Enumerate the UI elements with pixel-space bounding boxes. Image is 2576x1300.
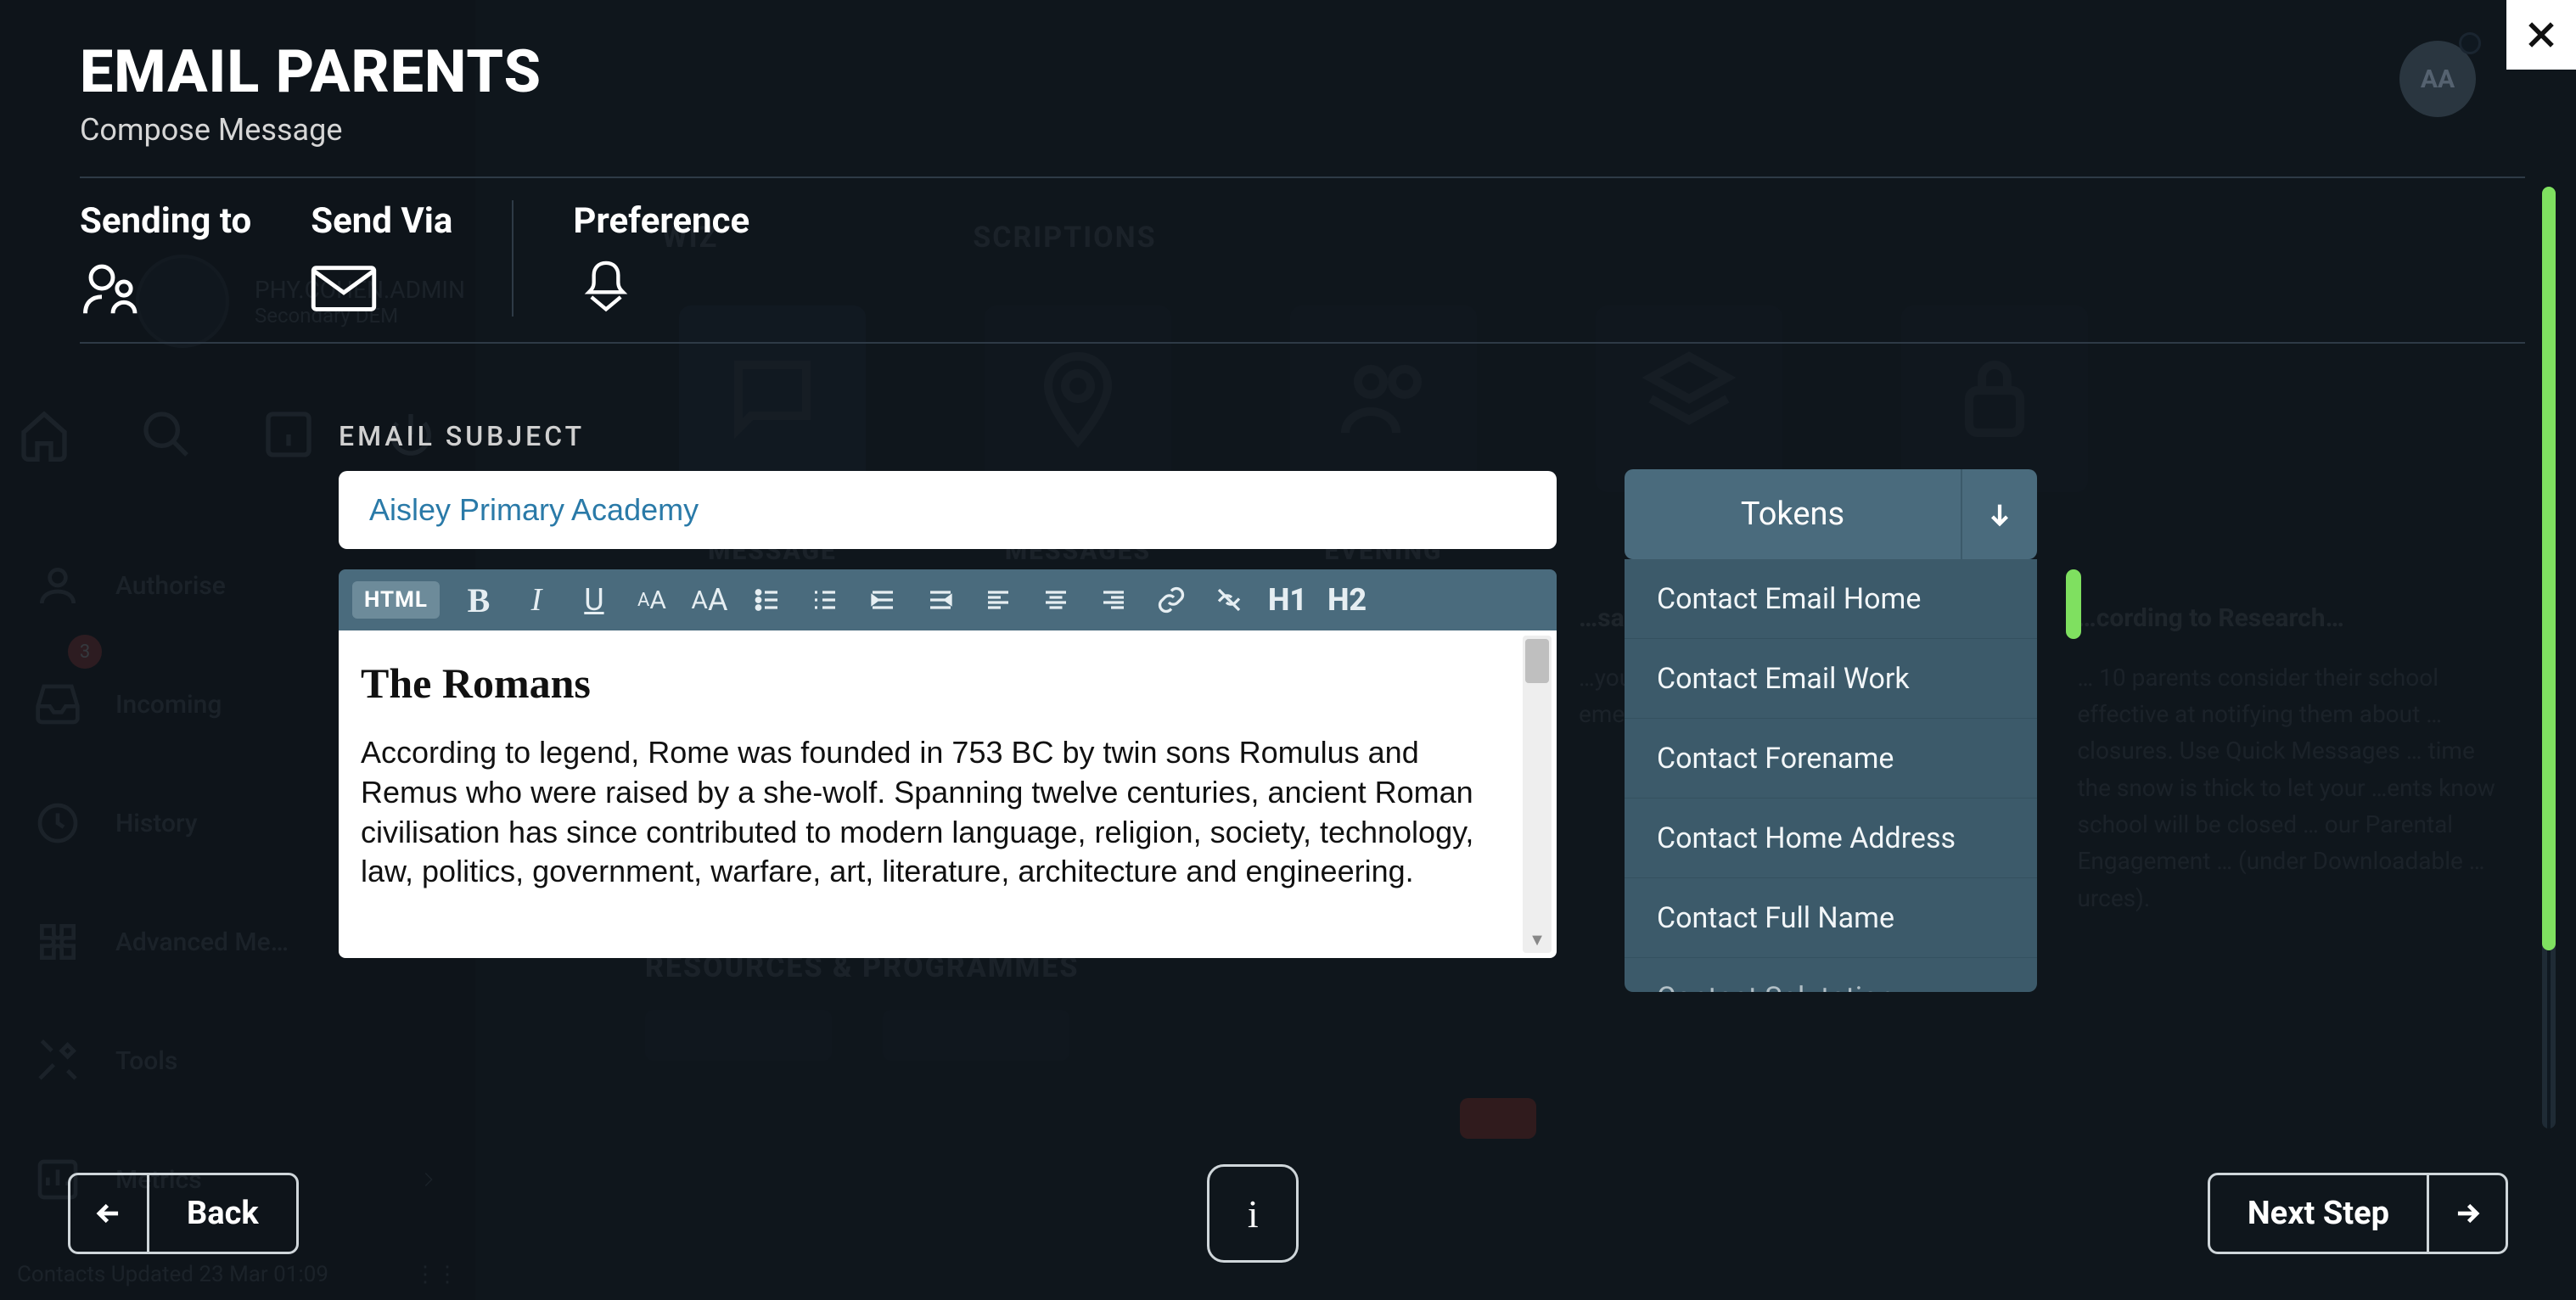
scrollbar-track (2547, 950, 2551, 1129)
toolbar-html-button[interactable]: HTML (352, 581, 440, 619)
preference-icon[interactable] (573, 261, 639, 317)
content-row: EMAIL SUBJECT HTML B I U AA AA H1 H2 (80, 420, 2525, 992)
email-body-editor[interactable]: The Romans According to legend, Rome was… (339, 630, 1557, 958)
token-item[interactable]: Contact Email Work (1625, 639, 2037, 719)
toolbar-h2-button[interactable]: H2 (1327, 581, 1367, 619)
arrow-right-icon (2451, 1197, 2483, 1230)
back-button[interactable]: Back (68, 1173, 299, 1254)
send-via-label: Send Via (311, 200, 452, 242)
editor-wrap: The Romans According to legend, Rome was… (339, 630, 1557, 958)
bottom-bar: Back i Next Step (68, 1164, 2508, 1263)
compose-modal: EMAIL PARENTS Compose Message Sending to… (80, 37, 2525, 1266)
toolbar-align-center-button[interactable] (1037, 581, 1075, 619)
tokens-toggle[interactable] (1961, 469, 2037, 559)
editor-scroll-thumb[interactable] (1525, 639, 1549, 683)
divider (80, 177, 2525, 178)
send-via-group: Send Via (311, 200, 512, 317)
envelope-icon[interactable] (311, 261, 377, 317)
tokens-header[interactable]: Tokens (1625, 469, 2037, 559)
toolbar-bold-button[interactable]: B (460, 581, 497, 619)
options-row: Sending to Send Via Preference (80, 200, 2525, 317)
next-step-button[interactable]: Next Step (2208, 1173, 2508, 1254)
compose-column: EMAIL SUBJECT HTML B I U AA AA H1 H2 (339, 420, 1557, 992)
toolbar-list-bullets-button[interactable] (749, 581, 786, 619)
divider (80, 342, 2525, 344)
tokens-list: Contact Email Home Contact Email Work Co… (1625, 559, 2037, 992)
sending-to-label: Sending to (80, 200, 251, 242)
toolbar-italic-button[interactable]: I (518, 581, 555, 619)
tokens-panel: Tokens Contact Email Home Contact Email … (1625, 469, 2037, 992)
sending-to-group: Sending to (80, 200, 311, 317)
token-item[interactable]: Contact Salutation (1625, 958, 2037, 992)
scrollbar-thumb[interactable] (2542, 187, 2556, 950)
toolbar-fontsize-small-button[interactable]: AA (633, 581, 671, 619)
scroll-down-icon[interactable]: ▼ (1523, 927, 1552, 951)
toolbar-unlink-button[interactable] (1210, 581, 1248, 619)
preference-label: Preference (573, 200, 749, 242)
token-item[interactable]: Contact Forename (1625, 719, 2037, 798)
page-scrollbar[interactable] (2542, 187, 2556, 1129)
page-subtitle: Compose Message (80, 112, 2525, 148)
toolbar-link-button[interactable] (1153, 581, 1190, 619)
toolbar-underline-button[interactable]: U (575, 581, 613, 619)
token-item[interactable]: Contact Email Home (1625, 559, 2037, 639)
toolbar-align-right-button[interactable] (1095, 581, 1132, 619)
arrow-left-icon (93, 1197, 125, 1230)
editor-body: According to legend, Rome was founded in… (361, 733, 1523, 892)
toolbar-align-left-button[interactable] (979, 581, 1017, 619)
editor-toolbar: HTML B I U AA AA H1 H2 (339, 569, 1557, 630)
editor-scrollbar[interactable]: ▲ ▼ (1523, 636, 1552, 953)
close-icon (2523, 16, 2560, 53)
toolbar-fontsize-large-button[interactable]: AA (691, 581, 728, 619)
token-item[interactable]: Contact Home Address (1625, 798, 2037, 878)
tokens-label: Tokens (1625, 469, 1961, 559)
tokens-scrollbar[interactable] (2066, 569, 2081, 639)
toolbar-list-numbered-button[interactable] (806, 581, 844, 619)
info-button[interactable]: i (1207, 1164, 1299, 1263)
preference-group: Preference (512, 200, 809, 317)
email-subject-input[interactable] (339, 471, 1557, 549)
editor-heading: The Romans (361, 656, 1523, 711)
toolbar-indent-right-button[interactable] (864, 581, 901, 619)
email-subject-label: EMAIL SUBJECT (339, 420, 1557, 452)
token-item[interactable]: Contact Full Name (1625, 878, 2037, 958)
chevron-down-icon (1985, 500, 2014, 529)
toolbar-h1-button[interactable]: H1 (1268, 581, 1307, 619)
page-title: EMAIL PARENTS (80, 37, 2525, 107)
toolbar-indent-left-button[interactable] (922, 581, 959, 619)
parents-icon[interactable] (80, 261, 146, 317)
